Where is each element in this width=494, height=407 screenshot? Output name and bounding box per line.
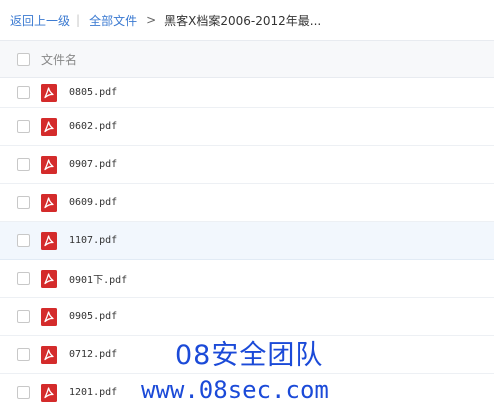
file-row[interactable]: 1107.pdf	[0, 222, 494, 260]
pdf-file-icon	[41, 345, 57, 364]
file-row-checkbox[interactable]	[17, 158, 30, 171]
pdf-file-icon	[41, 83, 57, 102]
pdf-file-icon	[41, 155, 57, 174]
file-row[interactable]: 0907.pdf	[0, 146, 494, 184]
file-row-checkbox[interactable]	[17, 348, 30, 361]
file-row-checkbox[interactable]	[17, 234, 30, 247]
file-row[interactable]: 0609.pdf	[0, 184, 494, 222]
watermark-team: 08安全团队	[175, 340, 324, 371]
file-name[interactable]: 0805.pdf	[69, 87, 117, 98]
file-row[interactable]: 0901下.pdf	[0, 260, 494, 298]
file-name[interactable]: 0901下.pdf	[69, 271, 127, 286]
file-row-checkbox[interactable]	[17, 196, 30, 209]
breadcrumb: 返回上一级 | 全部文件 > 黑客X档案2006-2012年最...	[0, 0, 494, 40]
pdf-file-icon	[41, 307, 57, 326]
file-name[interactable]: 0609.pdf	[69, 197, 117, 208]
file-name[interactable]: 0905.pdf	[69, 311, 117, 322]
all-files-link[interactable]: 全部文件	[89, 12, 137, 29]
pdf-file-icon	[41, 117, 57, 136]
breadcrumb-separator: |	[76, 13, 81, 27]
back-link[interactable]: 返回上一级	[10, 12, 70, 29]
file-name[interactable]: 0907.pdf	[69, 159, 117, 170]
pdf-file-icon	[41, 193, 57, 212]
column-header-filename[interactable]: 文件名	[41, 51, 77, 68]
file-name[interactable]: 1201.pdf	[69, 387, 117, 398]
file-name[interactable]: 1107.pdf	[69, 235, 117, 246]
pdf-file-icon	[41, 231, 57, 250]
breadcrumb-arrow-icon: >	[146, 13, 157, 27]
file-row-checkbox[interactable]	[17, 310, 30, 323]
file-row[interactable]: 0602.pdf	[0, 108, 494, 146]
file-row-checkbox[interactable]	[17, 272, 30, 285]
file-row-checkbox[interactable]	[17, 120, 30, 133]
file-name[interactable]: 0602.pdf	[69, 121, 117, 132]
file-list-header: 文件名	[0, 40, 494, 78]
file-row-checkbox[interactable]	[17, 386, 30, 399]
breadcrumb-current-folder: 黑客X档案2006-2012年最...	[164, 13, 322, 28]
file-row-checkbox[interactable]	[17, 86, 30, 99]
pdf-file-icon	[41, 383, 57, 402]
watermark-url: www.08sec.com	[141, 376, 329, 404]
select-all-checkbox[interactable]	[17, 52, 30, 66]
file-row[interactable]: 0905.pdf	[0, 298, 494, 336]
file-row[interactable]: 0805.pdf	[0, 78, 494, 108]
pdf-file-icon	[41, 269, 57, 288]
file-name[interactable]: 0712.pdf	[69, 349, 117, 360]
